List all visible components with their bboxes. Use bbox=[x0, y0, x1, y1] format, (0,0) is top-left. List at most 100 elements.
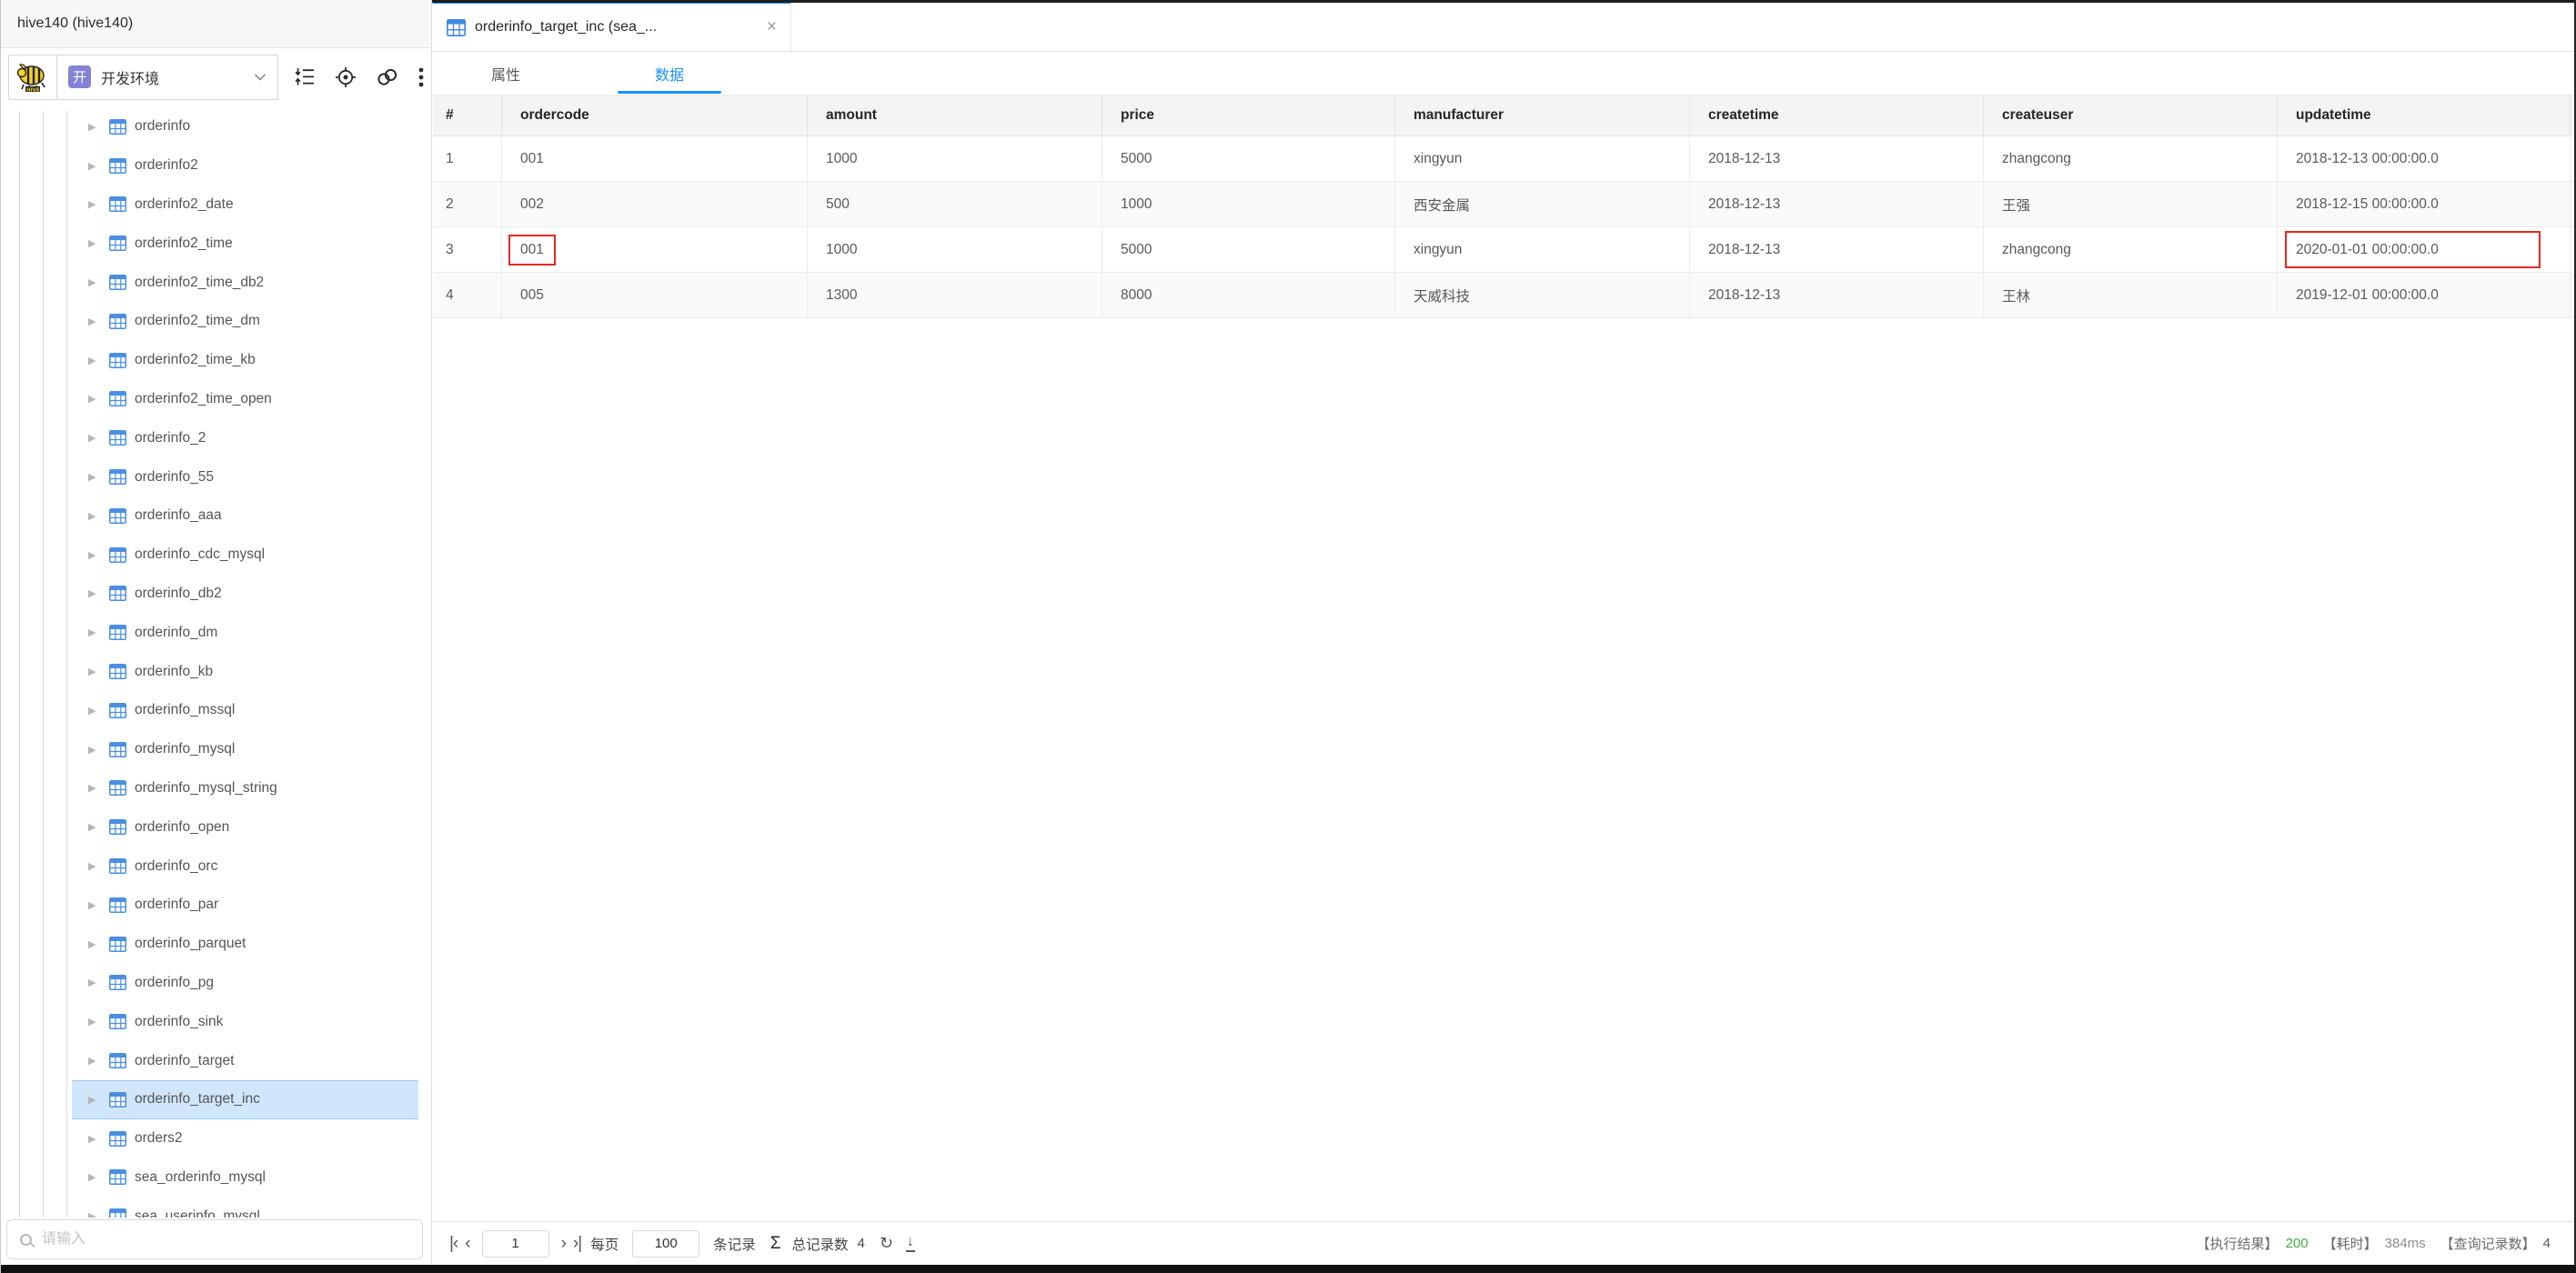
tab-data[interactable]: 数据 bbox=[615, 52, 724, 95]
expander-triangle-icon[interactable]: ▶ bbox=[88, 744, 100, 756]
cell-amount-row4[interactable]: 1300 bbox=[808, 273, 1102, 317]
cell-manufacturer-row2[interactable]: 西安金属 bbox=[1395, 182, 1690, 226]
locate-target-icon[interactable] bbox=[335, 66, 357, 88]
tree-item-orderinfo_sink[interactable]: ▶ orderinfo_sink bbox=[1, 1002, 430, 1041]
cell-updatetime-row2[interactable]: 2018-12-15 00:00:00.0 bbox=[2278, 182, 2571, 226]
column-header-price[interactable]: price bbox=[1102, 95, 1395, 135]
expander-triangle-icon[interactable]: ▶ bbox=[88, 471, 100, 483]
tree-item-orderinfo_mysql[interactable]: ▶ orderinfo_mysql bbox=[1, 730, 430, 769]
expander-triangle-icon[interactable]: ▶ bbox=[88, 666, 100, 677]
expander-triangle-icon[interactable]: ▶ bbox=[88, 160, 100, 172]
cell-#-row1[interactable]: 1 bbox=[433, 136, 502, 181]
expander-triangle-icon[interactable]: ▶ bbox=[88, 938, 100, 950]
cell-ordercode-row3[interactable]: 001 bbox=[502, 227, 808, 272]
cell-ordercode-row4[interactable]: 005 bbox=[502, 273, 808, 317]
sum-icon[interactable]: Σ bbox=[770, 1234, 781, 1254]
expander-triangle-icon[interactable]: ▶ bbox=[88, 587, 100, 599]
cell-createtime-row1[interactable]: 2018-12-13 bbox=[1690, 136, 1984, 181]
cell-price-row3[interactable]: 5000 bbox=[1102, 227, 1395, 272]
cell-amount-row3[interactable]: 1000 bbox=[808, 227, 1102, 272]
tree-item-orderinfo2_date[interactable]: ▶ orderinfo2_date bbox=[1, 185, 430, 225]
download-icon[interactable]: ↓ bbox=[906, 1235, 915, 1252]
expander-triangle-icon[interactable]: ▶ bbox=[88, 549, 100, 561]
expander-triangle-icon[interactable]: ▶ bbox=[88, 316, 100, 327]
cell-createtime-row2[interactable]: 2018-12-13 bbox=[1690, 182, 1984, 226]
tree-item-orderinfo_orc[interactable]: ▶ orderinfo_orc bbox=[1, 847, 430, 886]
column-header-amount[interactable]: amount bbox=[808, 95, 1102, 135]
tab-orderinfo-target-inc[interactable]: orderinfo_target_inc (sea_... × bbox=[433, 0, 791, 51]
tree-item-orderinfo_cdc_mysql[interactable]: ▶ orderinfo_cdc_mysql bbox=[1, 536, 430, 575]
column-header-createtime[interactable]: createtime bbox=[1690, 95, 1984, 135]
cell-createtime-row4[interactable]: 2018-12-13 bbox=[1690, 273, 1984, 317]
expander-triangle-icon[interactable]: ▶ bbox=[88, 1094, 100, 1106]
tree-item-orderinfo_parquet[interactable]: ▶ orderinfo_parquet bbox=[1, 925, 430, 964]
tree-item-orderinfo_kb[interactable]: ▶ orderinfo_kb bbox=[1, 652, 430, 691]
close-icon[interactable]: × bbox=[760, 17, 777, 37]
expander-triangle-icon[interactable]: ▶ bbox=[88, 821, 100, 833]
environment-selector[interactable]: HIVE 开 开发环境 bbox=[8, 55, 278, 100]
column-header-createuser[interactable]: createuser bbox=[1984, 95, 2278, 135]
expander-triangle-icon[interactable]: ▶ bbox=[88, 237, 100, 249]
cell-price-row1[interactable]: 5000 bbox=[1102, 136, 1395, 181]
cell-#-row3[interactable]: 3 bbox=[433, 227, 502, 272]
tree-item-orderinfo_open[interactable]: ▶ orderinfo_open bbox=[1, 807, 430, 847]
expander-triangle-icon[interactable]: ▶ bbox=[88, 705, 100, 717]
column-header-rownum[interactable]: # bbox=[433, 95, 502, 135]
expander-triangle-icon[interactable]: ▶ bbox=[88, 626, 100, 638]
tree-item-sea_orderinfo_mysql[interactable]: ▶ sea_orderinfo_mysql bbox=[1, 1158, 430, 1198]
cell-amount-row1[interactable]: 1000 bbox=[808, 136, 1102, 181]
expander-triangle-icon[interactable]: ▶ bbox=[88, 276, 100, 288]
cell-manufacturer-row4[interactable]: 天威科技 bbox=[1395, 273, 1690, 317]
tree-item-orderinfo2_time_open[interactable]: ▶ orderinfo2_time_open bbox=[1, 380, 430, 419]
expander-triangle-icon[interactable]: ▶ bbox=[88, 1016, 100, 1027]
cell-#-row4[interactable]: 4 bbox=[433, 273, 502, 317]
tree-item-orderinfo2_time_db2[interactable]: ▶ orderinfo2_time_db2 bbox=[1, 263, 430, 302]
refresh-icon[interactable]: ↻ bbox=[880, 1234, 893, 1253]
expander-triangle-icon[interactable]: ▶ bbox=[88, 899, 100, 911]
cell-manufacturer-row1[interactable]: xingyun bbox=[1395, 136, 1690, 181]
next-page-button[interactable]: › bbox=[558, 1235, 569, 1252]
cell-ordercode-row2[interactable]: 002 bbox=[502, 182, 808, 226]
link-icon[interactable] bbox=[376, 68, 399, 86]
column-header-ordercode[interactable]: ordercode bbox=[502, 95, 808, 135]
expander-triangle-icon[interactable]: ▶ bbox=[88, 1171, 100, 1183]
tree-search-box[interactable] bbox=[6, 1219, 423, 1259]
column-header-updatetime[interactable]: updatetime bbox=[2278, 95, 2571, 135]
tree-item-orderinfo2[interactable]: ▶ orderinfo2 bbox=[1, 146, 430, 185]
expander-triangle-icon[interactable]: ▶ bbox=[88, 1133, 100, 1145]
tree-item-orderinfo_mysql_string[interactable]: ▶ orderinfo_mysql_string bbox=[1, 769, 430, 808]
expander-triangle-icon[interactable]: ▶ bbox=[88, 1210, 100, 1218]
cell-ordercode-row1[interactable]: 001 bbox=[502, 136, 808, 181]
cell-price-row4[interactable]: 8000 bbox=[1102, 273, 1395, 317]
cell-price-row2[interactable]: 1000 bbox=[1102, 182, 1395, 226]
tree-item-orderinfo_2[interactable]: ▶ orderinfo_2 bbox=[1, 418, 430, 457]
cell-updatetime-row4[interactable]: 2019-12-01 00:00:00.0 bbox=[2278, 273, 2571, 317]
cell-amount-row2[interactable]: 500 bbox=[808, 182, 1102, 226]
tree-item-orderinfo_target[interactable]: ▶ orderinfo_target bbox=[1, 1041, 430, 1080]
tree-item-orderinfo_db2[interactable]: ▶ orderinfo_db2 bbox=[1, 575, 430, 614]
tab-properties[interactable]: 属性 bbox=[451, 52, 560, 95]
expander-triangle-icon[interactable]: ▶ bbox=[88, 860, 100, 872]
expander-triangle-icon[interactable]: ▶ bbox=[88, 198, 100, 210]
expander-triangle-icon[interactable]: ▶ bbox=[88, 121, 100, 133]
tree-search-input[interactable] bbox=[42, 1231, 409, 1248]
cell-manufacturer-row3[interactable]: xingyun bbox=[1395, 227, 1690, 272]
expander-triangle-icon[interactable]: ▶ bbox=[88, 355, 100, 366]
cell-updatetime-row1[interactable]: 2018-12-13 00:00:00.0 bbox=[2278, 136, 2571, 181]
tree-item-orderinfo_mssql[interactable]: ▶ orderinfo_mssql bbox=[1, 691, 430, 730]
page-number-input[interactable] bbox=[482, 1230, 549, 1258]
tree-item-orderinfo_dm[interactable]: ▶ orderinfo_dm bbox=[1, 613, 430, 652]
cell-#-row2[interactable]: 2 bbox=[433, 182, 502, 226]
tree-item-orderinfo_target_inc[interactable]: ▶ orderinfo_target_inc bbox=[1, 1080, 430, 1119]
tree-item-orderinfo2_time[interactable]: ▶ orderinfo2_time bbox=[1, 224, 430, 263]
cell-createuser-row3[interactable]: zhangcong bbox=[1984, 227, 2278, 272]
tree-item-orderinfo_par[interactable]: ▶ orderinfo_par bbox=[1, 886, 430, 925]
tree-item-orderinfo_aaa[interactable]: ▶ orderinfo_aaa bbox=[1, 496, 430, 536]
last-page-button[interactable]: ›| bbox=[569, 1235, 585, 1252]
environment-dropdown[interactable]: 开 开发环境 bbox=[57, 55, 277, 99]
cell-createuser-row4[interactable]: 王林 bbox=[1984, 273, 2278, 317]
cell-updatetime-row3[interactable]: 2020-01-01 00:00:00.0 bbox=[2278, 227, 2571, 272]
expander-triangle-icon[interactable]: ▶ bbox=[88, 1055, 100, 1067]
expander-triangle-icon[interactable]: ▶ bbox=[88, 782, 100, 794]
prev-page-button[interactable]: ‹ bbox=[461, 1235, 473, 1252]
